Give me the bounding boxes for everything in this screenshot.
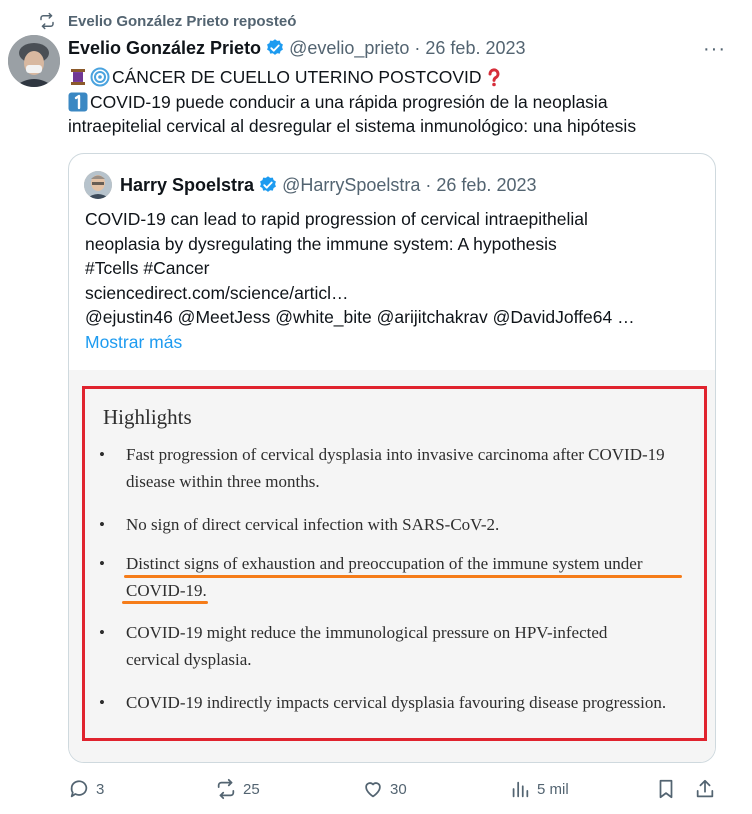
- like-count: 30: [390, 780, 407, 798]
- views-chart-icon: [512, 781, 529, 798]
- views-button[interactable]: 5 mil: [509, 778, 569, 800]
- verified-badge-icon: [267, 39, 283, 55]
- meta-separator: ·: [414, 37, 421, 58]
- bookmark-button[interactable]: [655, 778, 677, 800]
- keycap-one-icon: [68, 92, 88, 112]
- show-more-link[interactable]: Mostrar más: [85, 330, 705, 355]
- reply-icon: [70, 780, 88, 798]
- tweet-date[interactable]: 26 feb. 2023: [425, 38, 525, 59]
- highlight-item: • Fast progression of cervical dysplasia…: [99, 445, 665, 491]
- repost-button[interactable]: 25: [215, 778, 260, 800]
- annotation-underline: [124, 575, 682, 578]
- author-name[interactable]: Evelio González Prieto: [68, 38, 261, 59]
- cyclone-icon: [90, 67, 110, 87]
- quote-line: neoplasia by dysregulating the immune sy…: [85, 233, 557, 254]
- question-mark-icon: [487, 68, 499, 87]
- tweet-line-3: intraepitelial cervical al desregular el…: [68, 116, 637, 136]
- views-count: 5 mil: [537, 780, 569, 798]
- thread-spool-icon: [71, 69, 85, 86]
- quoted-tweet[interactable]: Harry Spoelstra @HarrySpoelstra · 26 feb…: [68, 153, 716, 763]
- share-icon: [696, 779, 714, 798]
- tweet-line-2: COVID-19 puede conducir a una rápida pro…: [90, 91, 608, 112]
- quote-mentions[interactable]: @ejustin46 @MeetJess @white_bite @arijit…: [85, 305, 705, 330]
- quote-body: COVID-19 can lead to rapid progression o…: [85, 207, 705, 354]
- quote-author-name[interactable]: Harry Spoelstra: [120, 175, 254, 196]
- tweet-line-1: CÁNCER DE CUELLO UTERINO POSTCOVID: [112, 67, 482, 87]
- quote-author-avatar[interactable]: [84, 171, 112, 199]
- highlight-item: • COVID-19 indirectly impacts cervical d…: [99, 693, 667, 712]
- heart-icon: [365, 782, 381, 798]
- repost-context[interactable]: Evelio González Prieto reposteó: [38, 10, 296, 32]
- highlight-item: • COVID-19 might reduce the immunologica…: [99, 623, 608, 669]
- share-button[interactable]: [694, 778, 716, 800]
- repost-text: Evelio González Prieto reposteó: [68, 12, 297, 30]
- highlights-title: Highlights: [103, 405, 192, 429]
- author-avatar[interactable]: [8, 35, 60, 87]
- quote-link[interactable]: sciencedirect.com/science/articl…: [85, 281, 705, 306]
- highlights-image[interactable]: Highlights • Fast progression of cervica…: [69, 370, 715, 762]
- annotation-box: Highlights • Fast progression of cervica…: [82, 386, 707, 741]
- more-options-icon[interactable]: ···: [703, 38, 726, 61]
- tweet-body: CÁNCER DE CUELLO UTERINO POSTCOVID COVID…: [68, 65, 738, 139]
- quote-author-handle[interactable]: @HarrySpoelstra: [282, 175, 420, 196]
- repost-count: 25: [243, 780, 260, 798]
- author-handle[interactable]: @evelio_prieto: [289, 38, 409, 59]
- quote-hashtags[interactable]: #Tcells #Cancer: [85, 256, 705, 281]
- reply-button[interactable]: 3: [68, 778, 104, 800]
- verified-badge-icon: [260, 176, 276, 192]
- repost-icon: [40, 12, 54, 30]
- like-button[interactable]: 30: [362, 778, 407, 800]
- bookmark-icon: [659, 779, 673, 799]
- action-bar: 3 25 30 5 mil: [0, 778, 752, 804]
- tweet-header: Evelio González Prieto @evelio_prieto · …: [68, 36, 526, 60]
- quote-date[interactable]: 26 feb. 2023: [436, 175, 536, 196]
- quote-line: COVID-19 can lead to rapid progression o…: [85, 209, 588, 229]
- annotation-underline: [122, 601, 208, 604]
- meta-separator: ·: [425, 174, 432, 195]
- repost-icon: [217, 778, 235, 800]
- reply-count: 3: [96, 780, 105, 798]
- highlight-item: • No sign of direct cervical infection w…: [99, 515, 500, 534]
- quote-header: Harry Spoelstra @HarrySpoelstra · 26 feb…: [84, 170, 536, 200]
